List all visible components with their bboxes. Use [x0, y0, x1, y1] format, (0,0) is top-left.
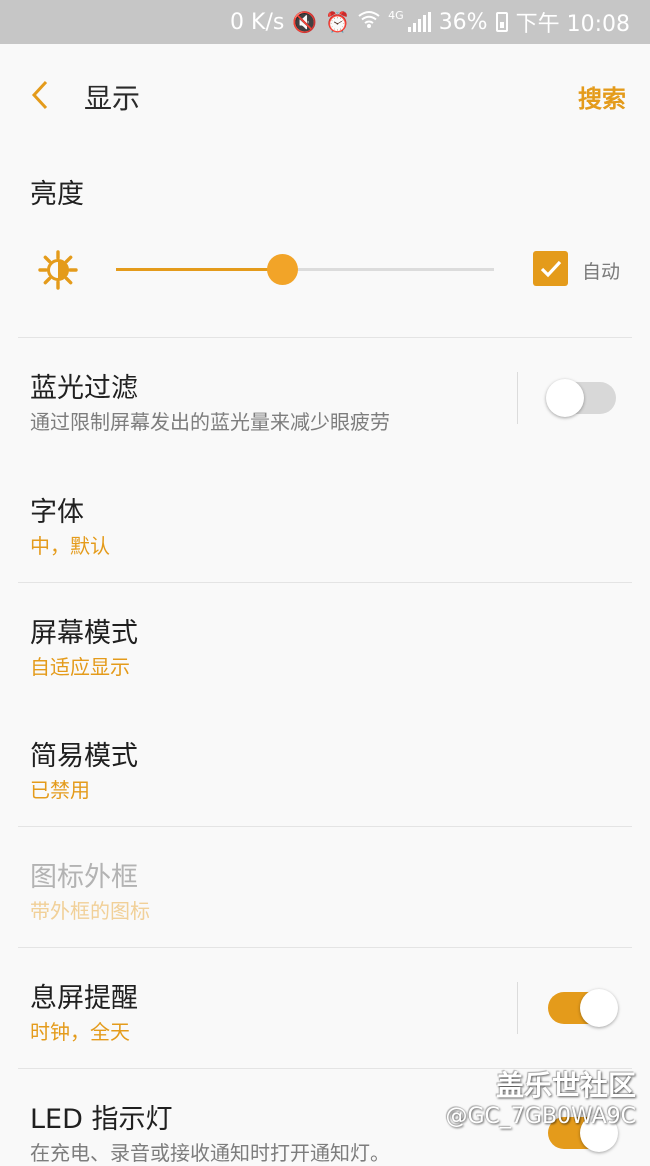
toggle-knob: [580, 989, 618, 1027]
setting-title: 屏幕模式: [30, 618, 138, 649]
auto-brightness-label: 自动: [582, 261, 621, 283]
setting-subtitle: 中，默认: [30, 534, 110, 558]
setting-title: 息屏提醒: [30, 983, 138, 1014]
setting-title: 字体: [30, 497, 84, 528]
brightness-row: 自动: [0, 240, 650, 300]
clock: 下午 10:08: [515, 12, 630, 37]
divider: [18, 337, 632, 338]
battery-charging-icon: [495, 12, 508, 32]
setting-title: 蓝光过滤: [30, 373, 138, 404]
brightness-slider-thumb[interactable]: [267, 254, 299, 285]
auto-brightness-checkbox[interactable]: [533, 251, 568, 286]
action-bar: 显示 搜索: [0, 44, 650, 148]
signal-icon: [407, 12, 431, 32]
checkmark-icon: [540, 260, 561, 277]
alarm-icon: ⏰: [325, 10, 351, 34]
vertical-separator: [517, 982, 518, 1034]
blue-light-toggle[interactable]: [546, 379, 616, 417]
brightness-title: 亮度: [30, 179, 84, 210]
divider: [18, 947, 632, 948]
setting-subtitle: 时钟，全天: [30, 1020, 130, 1044]
watermark-brand: 盖乐世社区: [495, 1069, 636, 1102]
always-on-toggle[interactable]: [548, 989, 618, 1027]
vertical-separator: [517, 372, 518, 424]
battery-percent: 36%: [438, 9, 488, 35]
divider: [18, 582, 632, 583]
net-speed: 0 K/s: [230, 9, 285, 35]
setting-subtitle: 在充电、录音或接收通知时打开通知灯。: [30, 1141, 390, 1165]
search-button[interactable]: 搜索: [578, 79, 626, 114]
setting-subtitle: 自适应显示: [30, 655, 130, 679]
setting-title: 简易模式: [30, 741, 138, 772]
setting-title: 图标外框: [30, 862, 138, 893]
setting-subtitle: 带外框的图标: [30, 899, 150, 923]
toggle-knob: [546, 379, 584, 417]
sun-icon: [38, 250, 78, 290]
network-type: 4G: [388, 8, 404, 22]
setting-subtitle: 已禁用: [30, 778, 90, 802]
mute-icon: 🔇: [292, 10, 318, 34]
brightness-slider-fill: [116, 268, 283, 271]
back-button[interactable]: [22, 74, 58, 116]
page-title: 显示: [84, 82, 141, 115]
setting-subtitle: 通过限制屏幕发出的蓝光量来减少眼疲劳: [30, 410, 390, 434]
chevron-left-icon: [31, 80, 48, 110]
status-bar: 0 K/s 🔇 ⏰ 4G 36% 下午 10:08: [0, 0, 650, 44]
setting-title: LED 指示灯: [30, 1104, 173, 1135]
divider: [18, 826, 632, 827]
brightness-slider[interactable]: [116, 254, 494, 285]
wifi-icon: [358, 9, 380, 35]
watermark-user: @GC_7GB0WA9C: [445, 1104, 636, 1129]
